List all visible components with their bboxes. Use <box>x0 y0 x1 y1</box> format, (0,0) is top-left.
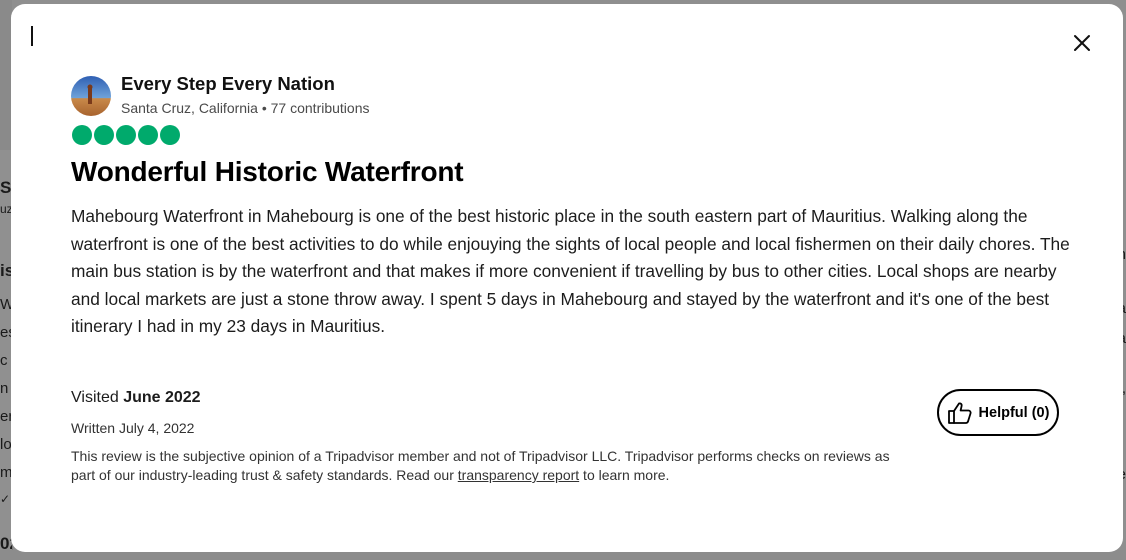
author-location: Santa Cruz, California <box>121 100 258 116</box>
helpful-button[interactable]: Helpful (0) <box>937 389 1059 436</box>
review-modal: Every Step Every Nation Santa Cruz, Cali… <box>11 4 1123 552</box>
rating-bubble <box>160 125 180 145</box>
close-icon <box>1074 35 1090 51</box>
review-disclaimer: This review is the subjective opinion of… <box>71 447 911 485</box>
author-name[interactable]: Every Step Every Nation <box>121 73 335 95</box>
visited-date: Visited June 2022 <box>71 389 201 407</box>
rating-bubbles <box>72 125 180 145</box>
rating-bubble <box>94 125 114 145</box>
text-cursor <box>31 26 33 46</box>
close-button[interactable] <box>1069 30 1095 56</box>
meta-separator: • <box>261 100 267 116</box>
review-title: Wonderful Historic Waterfront <box>71 156 464 187</box>
helpful-label: Helpful (0) <box>978 404 1050 421</box>
rating-bubble <box>116 125 136 145</box>
written-date: Written July 4, 2022 <box>71 420 195 436</box>
author-contributions: 77 contributions <box>270 100 370 116</box>
visited-value: June 2022 <box>123 389 201 406</box>
rating-bubble <box>72 125 92 145</box>
rating-bubble <box>138 125 158 145</box>
disclaimer-text-end: to learn more. <box>579 467 670 483</box>
avatar[interactable] <box>71 76 111 116</box>
avatar-image <box>71 76 111 116</box>
review-body: Mahebourg Waterfront in Mahebourg is one… <box>71 206 1070 336</box>
transparency-report-link[interactable]: transparency report <box>458 467 579 483</box>
author-meta: Santa Cruz, California • 77 contribution… <box>121 100 369 116</box>
thumbs-up-icon <box>947 401 972 424</box>
visited-label: Visited <box>71 389 119 406</box>
